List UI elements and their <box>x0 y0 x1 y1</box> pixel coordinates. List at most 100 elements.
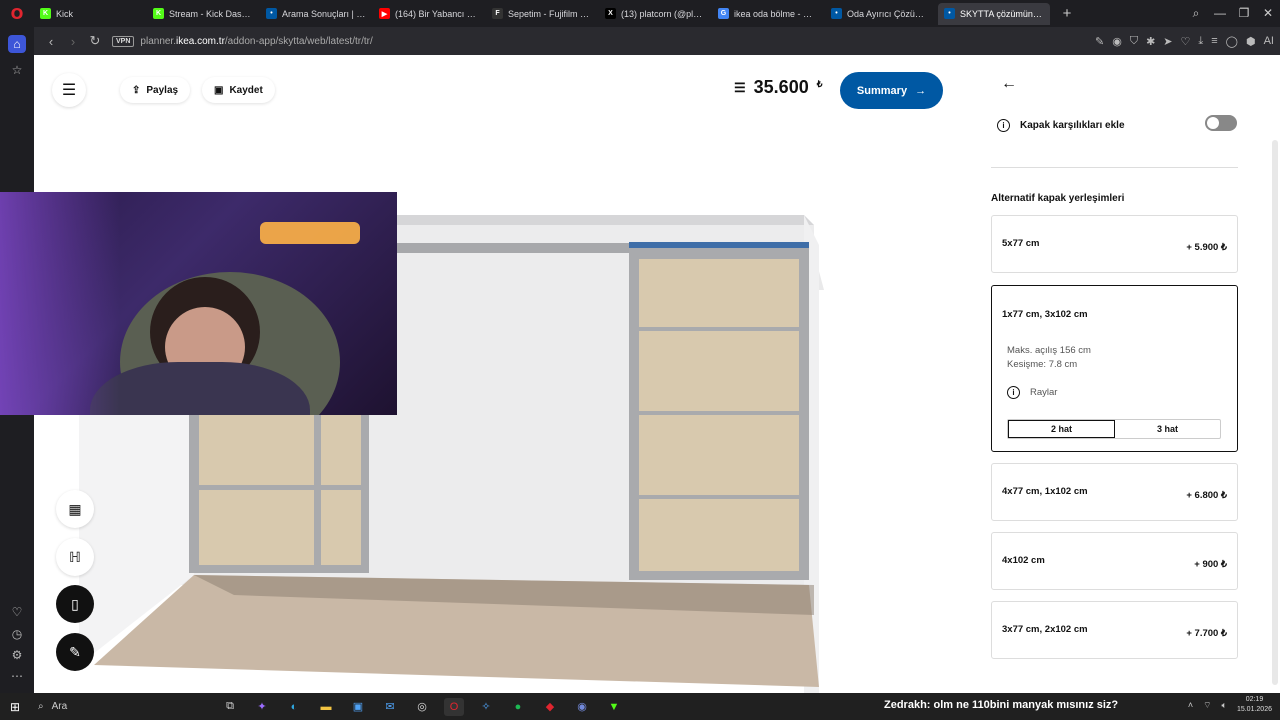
heart-icon[interactable]: ♡ <box>8 603 26 621</box>
back-icon[interactable]: ‹ <box>40 34 62 49</box>
measure-button[interactable]: ✎ <box>56 633 94 671</box>
discord-icon[interactable]: ◉ <box>572 698 592 716</box>
task-view-icon[interactable]: ⧉ <box>220 698 240 716</box>
tab-favicon-icon: • <box>944 8 955 19</box>
file-explorer-icon[interactable]: ▬ <box>316 698 336 716</box>
browser-tab[interactable]: • Arama Sonuçları | IKEA <box>260 3 372 25</box>
browser-tab[interactable]: K Kick <box>34 3 146 25</box>
option-name: 4x102 cm <box>1002 555 1045 566</box>
webcam-overlay <box>0 192 397 415</box>
wallet-icon[interactable]: ⬢ <box>1246 35 1256 48</box>
mail-icon[interactable]: ✉ <box>380 698 400 716</box>
copilot-icon[interactable]: ✦ <box>252 698 272 716</box>
history-icon[interactable]: ◷ <box>8 625 26 643</box>
network-icon[interactable]: ⌔ <box>1203 700 1211 711</box>
browser-tab[interactable]: F Sepetim - Fujifilm Shop <box>486 3 598 25</box>
address-bar-actions: ✎ ◉ ⛉ ✱ ➤ ♡ ⤓ ≡ ◯ ⬢ AI <box>1095 35 1274 48</box>
ruler-icon: ✎ <box>69 643 81 660</box>
reload-icon[interactable]: ↻ <box>84 33 106 49</box>
extension-icon[interactable]: ✱ <box>1146 35 1155 48</box>
browser-tab[interactable]: ▶ (164) Bir Yabancı Gibi <box>373 3 485 25</box>
rails-view-button[interactable]: ℍ <box>56 538 94 576</box>
taskbar-apps: ⧉ ✦ ◐ ▬ ▣ ✉ ◎ O ✧ ● ◆ ◉ ▼ <box>220 697 624 716</box>
opera-taskbar-icon[interactable]: O <box>444 697 464 716</box>
windows-start-icon[interactable]: ⊞ <box>0 700 30 714</box>
layout-view-button[interactable]: ▦ <box>56 490 94 528</box>
forward-icon[interactable]: › <box>62 34 84 49</box>
edit-icon[interactable]: ✎ <box>1095 35 1104 48</box>
edge-icon[interactable]: ◐ <box>284 698 304 716</box>
camera-icon[interactable]: ◉ <box>1112 35 1122 48</box>
aria-ai-icon[interactable]: AI <box>1264 35 1274 48</box>
maximize-icon[interactable]: ❐ <box>1232 6 1256 21</box>
list-icon: ☰ <box>734 79 746 95</box>
options-panel: ← i Kapak karşılıkları ekle Alternatif k… <box>959 55 1280 693</box>
home-icon[interactable]: ⌂ <box>8 35 26 53</box>
info-icon[interactable]: i <box>997 119 1010 132</box>
hamburger-menu-button[interactable]: ☰ <box>52 73 86 107</box>
taskbar-search[interactable]: ⌕ Ara <box>30 701 160 712</box>
app-icon-1[interactable]: ◎ <box>412 698 432 716</box>
browser-tab[interactable]: X (13) platcorn (@platcorn) <box>599 3 711 25</box>
close-icon[interactable]: ✕ <box>1256 6 1280 21</box>
chat-text: : olm ne 110bini manyak mısınız siz? <box>926 699 1119 711</box>
total-price[interactable]: ☰ 35.600 ₺ <box>734 77 822 98</box>
option-card-3[interactable]: 4x77 cm, 1x102 cm + 6.800 ₺ <box>991 463 1238 521</box>
chat-username: Zedrakh <box>884 699 927 711</box>
menu-list-icon[interactable]: ≡ <box>1211 35 1217 48</box>
option-card-2-selected[interactable]: 1x77 cm, 3x102 cm Maks. açılış 156 cm Ke… <box>991 285 1238 452</box>
rails-info-icon[interactable]: i <box>1007 386 1020 399</box>
rail-option-2[interactable]: 2 hat <box>1008 420 1115 438</box>
summary-button[interactable]: Summary → <box>840 72 943 109</box>
option-details: Maks. açılış 156 cm Kesişme: 7.8 cm <box>1007 344 1091 372</box>
browser-tab[interactable]: • Oda Ayırıcı Çözümler: Kay <box>825 3 937 25</box>
cover-toggle-row: i Kapak karşılıkları ekle <box>997 119 1237 132</box>
browser-tab[interactable]: Gikea oda bölme - Google <box>712 3 824 25</box>
heater-lamp <box>260 222 360 244</box>
store-icon[interactable]: ▣ <box>348 698 368 716</box>
shield-icon[interactable]: ⛉ <box>1130 35 1138 48</box>
star-icon[interactable]: ☆ <box>8 61 26 79</box>
send-icon[interactable]: ➤ <box>1163 35 1172 48</box>
share-button[interactable]: ⇪ Paylaş <box>120 77 191 103</box>
rail-frame-icon: ℍ <box>69 548 81 565</box>
search-tabs-icon[interactable]: ⌕ <box>1184 6 1208 21</box>
option-card-1[interactable]: 5x77 cm + 5.900 ₺ <box>991 215 1238 273</box>
share-icon: ⇪ <box>132 84 141 96</box>
door-view-button[interactable]: ▯ <box>56 585 94 623</box>
cover-toggle-switch[interactable] <box>1205 115 1237 131</box>
panel-scrollbar[interactable] <box>1272 140 1278 685</box>
save-button[interactable]: ▣ Kaydet <box>202 77 275 103</box>
browser-tab[interactable]: K Stream - Kick Dashboard <box>147 3 259 25</box>
profile-icon[interactable]: ◯ <box>1226 35 1238 48</box>
app-icon-2[interactable]: ✧ <box>476 698 496 716</box>
vpn-badge[interactable]: VPN <box>112 35 135 47</box>
opera-logo-icon[interactable]: O <box>0 0 34 27</box>
kick-icon[interactable]: ▼ <box>604 698 624 716</box>
volume-icon[interactable]: 🔈︎ <box>1222 700 1227 711</box>
tab-label: Sepetim - Fujifilm Shop <box>508 8 592 19</box>
option-card-5[interactable]: 3x77 cm, 2x102 cm + 7.700 ₺ <box>991 601 1238 659</box>
tray-chevron-icon[interactable]: ˄ <box>1188 700 1193 710</box>
tab-favicon-icon: G <box>718 8 729 19</box>
door-icon: ▯ <box>71 595 79 612</box>
tab-favicon-icon: • <box>266 8 277 19</box>
tab-label: Kick <box>56 8 74 19</box>
new-tab-button[interactable]: + <box>1057 4 1077 24</box>
option-card-4[interactable]: 4x102 cm + 900 ₺ <box>991 532 1238 590</box>
minimize-icon[interactable]: — <box>1208 6 1232 21</box>
spotify-icon[interactable]: ● <box>508 698 528 716</box>
tab-label: SKYTTA çözümünüzü özel <box>960 8 1044 19</box>
tab-favicon-icon: • <box>831 8 842 19</box>
more-icon[interactable]: ⋯ <box>8 667 26 685</box>
download-icon[interactable]: ⤓ <box>1198 35 1203 48</box>
clock-time: 02:19 <box>1245 696 1264 703</box>
bookmark-heart-icon[interactable]: ♡ <box>1181 35 1191 48</box>
rail-option-3[interactable]: 3 hat <box>1115 420 1220 438</box>
browser-tab[interactable]: • SKYTTA çözümünüzü özel <box>938 2 1050 25</box>
settings-gear-icon[interactable]: ⚙ <box>8 646 26 664</box>
panel-back-button[interactable]: ← <box>1001 75 1017 93</box>
clock[interactable]: 02:19 15.01.2026 <box>1237 695 1272 715</box>
app-icon-3[interactable]: ◆ <box>540 698 560 716</box>
url-field[interactable]: planner.ikea.com.tr/addon-app/skytta/web… <box>140 36 372 47</box>
